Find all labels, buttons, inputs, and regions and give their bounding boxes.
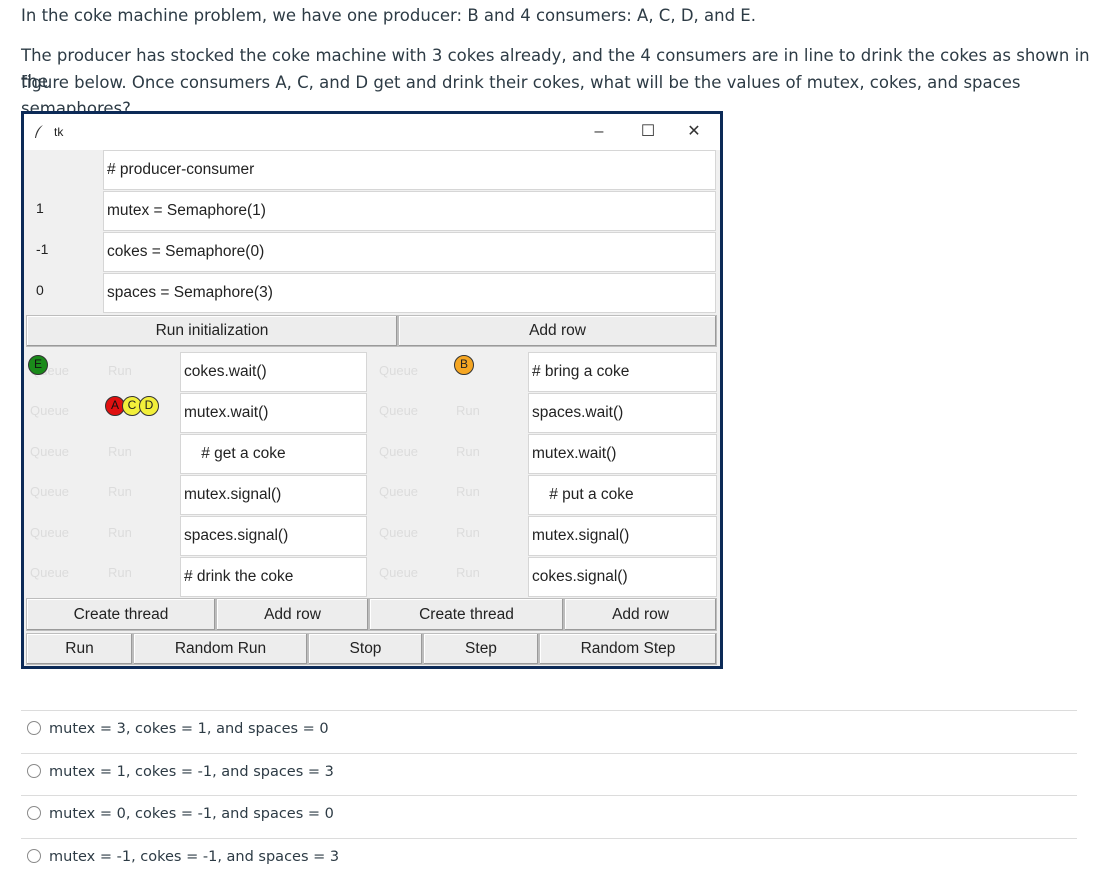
producer-code-line[interactable]: cokes.signal() [528, 557, 717, 597]
random-step-button[interactable]: Random Step [539, 633, 717, 665]
consumer-run-label: Run [108, 525, 132, 540]
init-mutex-cell[interactable]: mutex = Semaphore(1) [103, 191, 716, 231]
producer-run-label: Run [456, 444, 480, 459]
producer-run-label: Run [456, 525, 480, 540]
radio-button[interactable] [27, 806, 41, 820]
radio-button[interactable] [27, 721, 41, 735]
consumer-queue-label: Queue [30, 403, 70, 418]
consumer-code-line[interactable]: spaces.signal() [180, 516, 367, 556]
consumer-code-line[interactable]: # drink the coke [180, 557, 367, 597]
answer-option-label: mutex = 3, cokes = 1, and spaces = 0 [49, 721, 329, 737]
init-add-row-button[interactable]: Add row [398, 315, 717, 347]
window-titlebar: tk – ☐ ✕ [24, 114, 720, 150]
mutex-value: 1 [36, 200, 44, 216]
option-divider [21, 838, 1077, 839]
consumer-queue-label: Queue [30, 565, 70, 580]
producer-run-label: Run [456, 565, 480, 580]
consumer-code-line[interactable]: cokes.wait() [180, 352, 367, 392]
question-line-1: In the coke machine problem, we have one… [21, 6, 756, 25]
tk-body: # producer-consumer 1 mutex = Semaphore(… [24, 150, 720, 666]
window-title: tk [54, 125, 64, 139]
init-cokes-cell[interactable]: cokes = Semaphore(0) [103, 232, 716, 272]
producer-code-line[interactable]: mutex.signal() [528, 516, 717, 556]
producer-create-thread-button[interactable]: Create thread [369, 598, 564, 631]
spaces-value: 0 [36, 282, 44, 298]
consumer-run-label: Run [108, 363, 132, 378]
option-divider [21, 710, 1077, 711]
producer-queue-label: Queue [379, 363, 419, 378]
thread-token-b[interactable]: B [454, 355, 474, 375]
answer-option-1[interactable]: mutex = 3, cokes = 1, and spaces = 0 [27, 721, 329, 737]
run-button[interactable]: Run [26, 633, 133, 665]
minimize-button[interactable]: – [579, 120, 619, 144]
producer-queue-label: Queue [379, 565, 419, 580]
answer-option-2[interactable]: mutex = 1, cokes = -1, and spaces = 3 [27, 764, 334, 780]
consumer-add-row-button[interactable]: Add row [216, 598, 369, 631]
init-spaces-cell[interactable]: spaces = Semaphore(3) [103, 273, 716, 313]
producer-queue-label: Queue [379, 484, 419, 499]
consumer-queue-label: Queue [30, 444, 70, 459]
maximize-button[interactable]: ☐ [628, 120, 668, 144]
radio-button[interactable] [27, 764, 41, 778]
producer-queue-label: Queue [379, 403, 419, 418]
tk-feather-icon [35, 125, 43, 138]
thread-token-e[interactable]: E [28, 355, 48, 375]
tk-window: tk – ☐ ✕ # producer-consumer 1 mutex = S… [21, 111, 723, 669]
step-button[interactable]: Step [423, 633, 539, 665]
producer-queue-label: Queue [379, 525, 419, 540]
producer-run-label: Run [456, 484, 480, 499]
producer-run-label: Run [456, 403, 480, 418]
answer-option-label: mutex = -1, cokes = -1, and spaces = 3 [49, 849, 340, 865]
answer-option-label: mutex = 1, cokes = -1, and spaces = 3 [49, 764, 334, 780]
consumer-code-line[interactable]: mutex.signal() [180, 475, 367, 515]
producer-queue-label: Queue [379, 444, 419, 459]
consumer-queue-label: Queue [30, 525, 70, 540]
option-divider [21, 795, 1077, 796]
consumer-run-label: Run [108, 484, 132, 499]
producer-code-line[interactable]: mutex.wait() [528, 434, 717, 474]
producer-add-row-button[interactable]: Add row [564, 598, 717, 631]
random-run-button[interactable]: Random Run [133, 633, 308, 665]
consumer-queue-label: Queue [30, 484, 70, 499]
answer-option-3[interactable]: mutex = 0, cokes = -1, and spaces = 0 [27, 806, 334, 822]
producer-code-line[interactable]: # bring a coke [528, 352, 717, 392]
option-divider [21, 753, 1077, 754]
cokes-value: -1 [36, 241, 49, 257]
consumer-run-label: Run [108, 565, 132, 580]
consumer-create-thread-button[interactable]: Create thread [26, 598, 216, 631]
run-initialization-button[interactable]: Run initialization [26, 315, 398, 347]
producer-code-line[interactable]: spaces.wait() [528, 393, 717, 433]
producer-code-line[interactable]: # put a coke [528, 475, 717, 515]
consumer-code-line[interactable]: mutex.wait() [180, 393, 367, 433]
radio-button[interactable] [27, 849, 41, 863]
consumer-code-line[interactable]: # get a coke [180, 434, 367, 474]
answer-option-label: mutex = 0, cokes = -1, and spaces = 0 [49, 806, 334, 822]
answer-option-4[interactable]: mutex = -1, cokes = -1, and spaces = 3 [27, 849, 339, 865]
close-button[interactable]: ✕ [674, 120, 714, 144]
thread-token-d[interactable]: D [139, 396, 159, 416]
consumer-run-label: Run [108, 444, 132, 459]
stop-button[interactable]: Stop [308, 633, 423, 665]
init-header-cell[interactable]: # producer-consumer [103, 150, 716, 190]
